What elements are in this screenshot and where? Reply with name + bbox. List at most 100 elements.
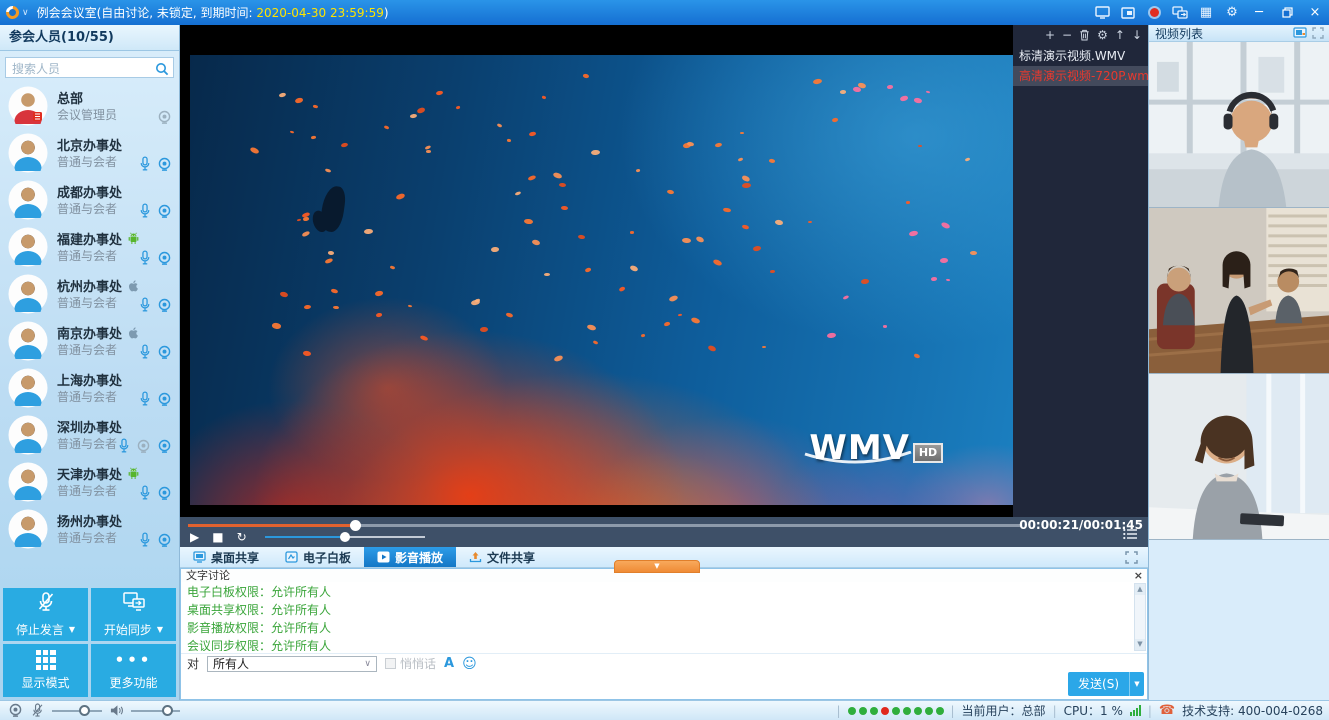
playlist-move-down-icon[interactable]: ↓: [1132, 29, 1142, 41]
playlist-trash-icon[interactable]: [1079, 29, 1090, 41]
webcam-icon-inactive[interactable]: [136, 439, 151, 454]
playlist-remove-icon[interactable]: −: [1062, 29, 1072, 41]
video-list-panel: 视频列表: [1148, 25, 1329, 700]
record-icon[interactable]: [1141, 0, 1167, 25]
stop-button[interactable]: ■: [212, 530, 223, 544]
more-dots-icon: •••: [115, 650, 153, 670]
mic-muted-status-icon[interactable]: [31, 703, 44, 718]
microphone-icon[interactable]: [139, 203, 151, 219]
microphone-icon[interactable]: [139, 156, 151, 172]
scroll-down-icon[interactable]: ▼: [1135, 639, 1145, 650]
video-window-icon[interactable]: [1293, 27, 1307, 39]
tab-desktop-share[interactable]: 桌面共享: [180, 547, 272, 567]
player-volume-slider[interactable]: [265, 536, 425, 538]
playlist-item[interactable]: 标清演示视频.WMV: [1013, 46, 1148, 66]
search-icon[interactable]: [155, 61, 169, 80]
participant-row[interactable]: 成都办事处 普通与会者: [0, 177, 179, 224]
mic-volume-handle[interactable]: [79, 705, 90, 716]
expand-panel-icon[interactable]: [1312, 27, 1324, 39]
participant-row[interactable]: 杭州办事处 普通与会者: [0, 271, 179, 318]
microphone-icon[interactable]: [139, 344, 151, 360]
microphone-icon[interactable]: [139, 391, 151, 407]
close-button[interactable]: ×: [1301, 0, 1329, 25]
chat-scrollbar[interactable]: ▲ ▼: [1134, 583, 1146, 651]
webcam-icon[interactable]: [157, 298, 172, 313]
speaker-volume-handle[interactable]: [162, 705, 173, 716]
seek-handle[interactable]: [350, 520, 361, 531]
video-thumbnail-1[interactable]: [1149, 42, 1329, 208]
scroll-up-icon[interactable]: ▲: [1135, 584, 1145, 595]
send-options-caret[interactable]: ▼: [1129, 672, 1144, 696]
participant-row[interactable]: 上海办事处 普通与会者: [0, 365, 179, 412]
tab-media-playback[interactable]: 影音播放: [364, 547, 456, 567]
minimize-button[interactable]: ─: [1245, 0, 1273, 25]
display-mode-button[interactable]: 显示模式: [3, 644, 88, 697]
participant-row[interactable]: 南京办事处 普通与会者: [0, 318, 179, 365]
webcam-icon[interactable]: [157, 251, 172, 266]
webcam-icon[interactable]: [157, 392, 172, 407]
tab-whiteboard[interactable]: 电子白板: [272, 547, 364, 567]
participant-name: 扬州办事处: [57, 511, 122, 530]
chat-close-icon[interactable]: ×: [1134, 569, 1143, 582]
send-button[interactable]: 发送(S): [1068, 672, 1129, 696]
recipient-value: 所有人: [213, 655, 249, 672]
video-frame[interactable]: WMV HD: [190, 55, 1013, 505]
webcam-status-icon[interactable]: [8, 703, 23, 718]
whisper-option[interactable]: 悄悄话: [385, 655, 436, 672]
microphone-icon[interactable]: [118, 438, 130, 454]
playlist-item[interactable]: 高清演示视频-720P.wmv删除: [1013, 66, 1148, 86]
panel-collapse-handle[interactable]: ▼: [614, 560, 700, 573]
tab-file-share[interactable]: 文件共享: [456, 547, 548, 567]
font-button[interactable]: A: [444, 656, 454, 671]
webcam-icon-inactive[interactable]: [157, 110, 172, 125]
playlist-toggle-icon[interactable]: [1123, 525, 1138, 544]
seek-bar[interactable]: [188, 524, 1021, 527]
webcam-icon[interactable]: [157, 345, 172, 360]
participant-avatar: [8, 462, 48, 502]
search-input[interactable]: [6, 60, 173, 79]
app-menu[interactable]: ∨: [0, 6, 33, 19]
participant-row[interactable]: 北京办事处 普通与会者: [0, 130, 179, 177]
fullscreen-icon[interactable]: [1125, 551, 1138, 564]
chat-input-area[interactable]: 发送(S) ▼: [181, 673, 1147, 699]
start-sync-button[interactable]: 开始同步▼: [91, 588, 176, 641]
microphone-icon[interactable]: [139, 250, 151, 266]
participant-row[interactable]: 总部 会议管理员: [0, 83, 179, 130]
stop-speaking-button[interactable]: 停止发言▼: [3, 588, 88, 641]
player-volume-handle[interactable]: [340, 532, 350, 542]
webcam-icon[interactable]: [157, 157, 172, 172]
microphone-icon[interactable]: [139, 485, 151, 501]
more-functions-button[interactable]: ••• 更多功能: [91, 644, 176, 697]
participant-row[interactable]: 深圳办事处 普通与会者: [0, 412, 179, 459]
webcam-icon[interactable]: [157, 486, 172, 501]
microphone-icon[interactable]: [139, 297, 151, 313]
playlist-settings-icon[interactable]: ⚙: [1097, 29, 1108, 41]
speaker-icon[interactable]: [110, 704, 123, 717]
whisper-checkbox[interactable]: [385, 658, 396, 669]
microphone-icon[interactable]: [139, 532, 151, 548]
screen-share-icon[interactable]: [1167, 0, 1193, 25]
mic-volume-slider[interactable]: [52, 710, 102, 712]
emoji-button[interactable]: ☺: [462, 657, 477, 671]
playlist-item-name: 高清演示视频-720P.wmv: [1019, 66, 1148, 86]
recipient-select[interactable]: 所有人 ∨: [207, 656, 377, 672]
webcam-icon[interactable]: [157, 439, 172, 454]
video-thumbnail-3[interactable]: [1149, 374, 1329, 540]
remote-desktop-icon[interactable]: [1089, 0, 1115, 25]
support-phone-icon: ☎: [1159, 704, 1175, 717]
play-button[interactable]: ▶: [190, 530, 199, 544]
playlist-add-icon[interactable]: +: [1045, 29, 1055, 41]
playlist-move-up-icon[interactable]: ↑: [1115, 29, 1125, 41]
webcam-icon[interactable]: [157, 533, 172, 548]
replay-button[interactable]: ↻: [237, 530, 247, 544]
participant-row[interactable]: 天津办事处 普通与会者: [0, 459, 179, 506]
speaker-volume-slider[interactable]: [131, 710, 181, 712]
apps-grid-icon[interactable]: ▦: [1193, 0, 1219, 25]
participant-row[interactable]: 扬州办事处 普通与会者: [0, 506, 179, 553]
window-layout-icon[interactable]: [1115, 0, 1141, 25]
maximize-button[interactable]: [1273, 0, 1301, 25]
webcam-icon[interactable]: [157, 204, 172, 219]
video-thumbnail-2[interactable]: [1149, 208, 1329, 374]
settings-gear-icon[interactable]: ⚙: [1219, 0, 1245, 25]
participant-row[interactable]: 福建办事处 普通与会者: [0, 224, 179, 271]
